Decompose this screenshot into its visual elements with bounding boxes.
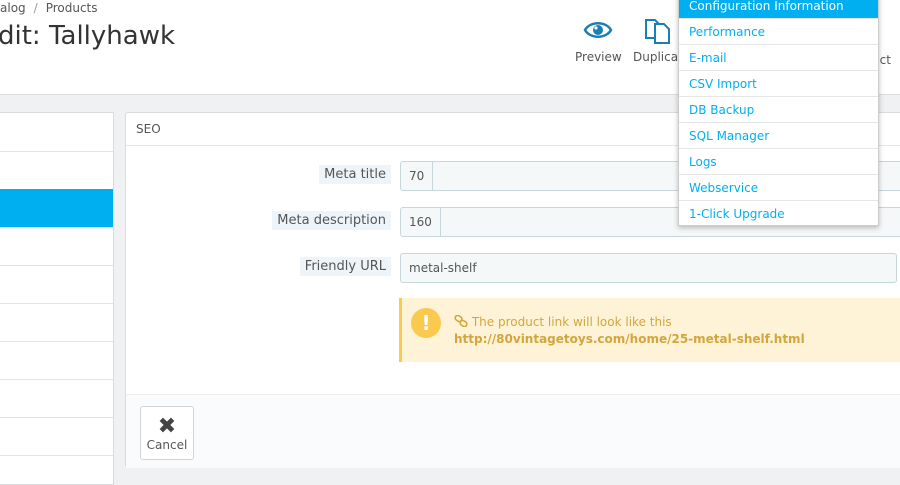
menu-item-webservice[interactable]: Webservice	[679, 175, 878, 201]
warning-icon: !	[411, 308, 441, 338]
eye-icon	[575, 16, 621, 44]
cancel-label: Cancel	[146, 438, 188, 452]
product-tab[interactable]: on	[0, 455, 113, 484]
alert-text: The product link will look like this	[454, 314, 672, 329]
preview-label: Preview	[575, 50, 622, 64]
product-tab[interactable]	[0, 113, 113, 150]
product-tab[interactable]	[0, 341, 113, 379]
friendly-url-label-wrap: Friendly URL	[126, 257, 391, 281]
panel-footer: ✖ Cancel	[126, 394, 900, 468]
cancel-button[interactable]: ✖ Cancel	[140, 406, 194, 460]
close-icon: ✖	[157, 414, 177, 439]
menu-item-db-backup[interactable]: DB Backup	[679, 97, 878, 123]
meta-description-label-wrap: Meta description	[126, 211, 391, 235]
meta-title-counter: 70	[401, 162, 434, 190]
friendly-url-label: Friendly URL	[299, 257, 391, 276]
menu-item-sql-manager[interactable]: SQL Manager	[679, 123, 878, 149]
copy-icon	[633, 16, 683, 44]
duplicate-label: Duplicate	[633, 50, 683, 64]
product-tab[interactable]	[0, 379, 113, 417]
breadcrumb-separator: /	[33, 1, 38, 15]
advanced-parameters-dropdown: Configuration Information Performance E-…	[678, 0, 879, 226]
page-title: dit: Tallyhawk	[0, 21, 176, 51]
product-tab[interactable]: ns	[0, 303, 113, 341]
product-tab-active[interactable]	[0, 189, 113, 227]
menu-item-email[interactable]: E-mail	[679, 45, 878, 71]
meta-title-label: Meta title	[319, 165, 391, 184]
duplicate-button[interactable]: Duplicate	[633, 16, 683, 64]
meta-title-label-wrap: Meta title	[126, 165, 391, 189]
link-icon	[454, 314, 472, 329]
friendly-url-input[interactable]: metal-shelf	[400, 253, 897, 283]
product-tab[interactable]	[0, 151, 113, 189]
product-tab[interactable]	[0, 227, 113, 265]
menu-item-performance[interactable]: Performance	[679, 19, 878, 45]
meta-description-counter: 160	[401, 208, 441, 236]
product-tab[interactable]	[0, 417, 113, 455]
product-tabs: ns on	[0, 112, 114, 485]
product-link-alert: ! The product link will look like this h…	[399, 298, 900, 362]
menu-item-configuration-information[interactable]: Configuration Information	[679, 0, 878, 19]
breadcrumb-products[interactable]: Products	[46, 1, 98, 15]
preview-button[interactable]: Preview	[575, 16, 622, 64]
friendly-url-value: metal-shelf	[409, 261, 477, 275]
breadcrumb: alog / Products	[0, 1, 98, 15]
menu-item-1-click-upgrade[interactable]: 1-Click Upgrade	[679, 201, 878, 227]
product-tab[interactable]	[0, 265, 113, 303]
product-tab-label: on	[0, 467, 1, 481]
alert-message: The product link will look like this	[471, 315, 672, 329]
product-link-url[interactable]: http://80vintagetoys.com/home/25-metal-s…	[454, 332, 805, 346]
meta-description-label: Meta description	[272, 211, 391, 230]
menu-item-csv-import[interactable]: CSV Import	[679, 71, 878, 97]
menu-item-logs[interactable]: Logs	[679, 149, 878, 175]
breadcrumb-catalog[interactable]: alog	[0, 1, 26, 15]
